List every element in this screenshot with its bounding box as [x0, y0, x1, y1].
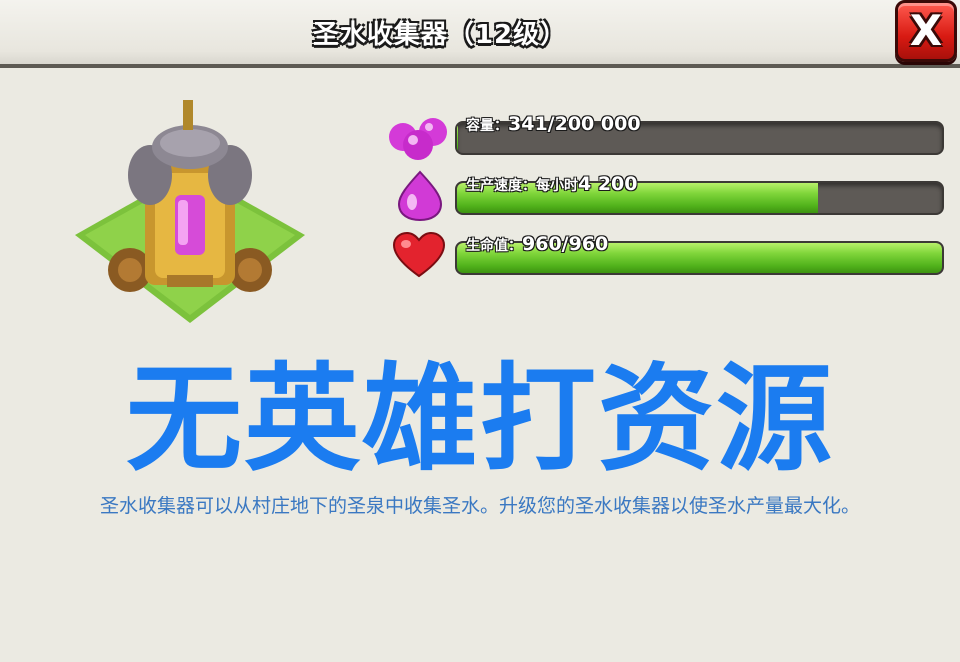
- elixir-drop-icon: [397, 170, 443, 222]
- elixir-collector-image: [75, 100, 305, 323]
- elixir-orbs-icon: [389, 118, 447, 160]
- capacity-value: 341/200 000: [508, 113, 641, 135]
- heart-icon: [392, 232, 446, 278]
- dialog-header: 圣水收集器（12级）: [0, 0, 960, 68]
- close-button[interactable]: X: [895, 0, 957, 62]
- hitpoints-value: 960/960: [522, 233, 609, 255]
- dialog-title: 圣水收集器（12级）: [312, 20, 568, 50]
- hitpoints-label: 生命值：960/960: [466, 233, 608, 255]
- capacity-bar-fill: [457, 123, 458, 153]
- building-description: 圣水收集器可以从村庄地下的圣泉中收集圣水。升级您的圣水收集器以使圣水产量最大化。: [99, 495, 860, 517]
- production-rate-label: 生产速度：每小时4 200: [466, 173, 638, 195]
- hitpoints-label-text: 生命值：: [466, 238, 522, 254]
- close-icon: X: [909, 6, 943, 55]
- production-rate-value: 4 200: [578, 173, 638, 195]
- production-rate-label-text: 生产速度：每小时: [466, 178, 578, 194]
- overlay-caption: 无英雄打资源: [126, 352, 834, 487]
- capacity-label: 容量：341/200 000: [466, 113, 641, 135]
- capacity-label-text: 容量：: [466, 118, 508, 134]
